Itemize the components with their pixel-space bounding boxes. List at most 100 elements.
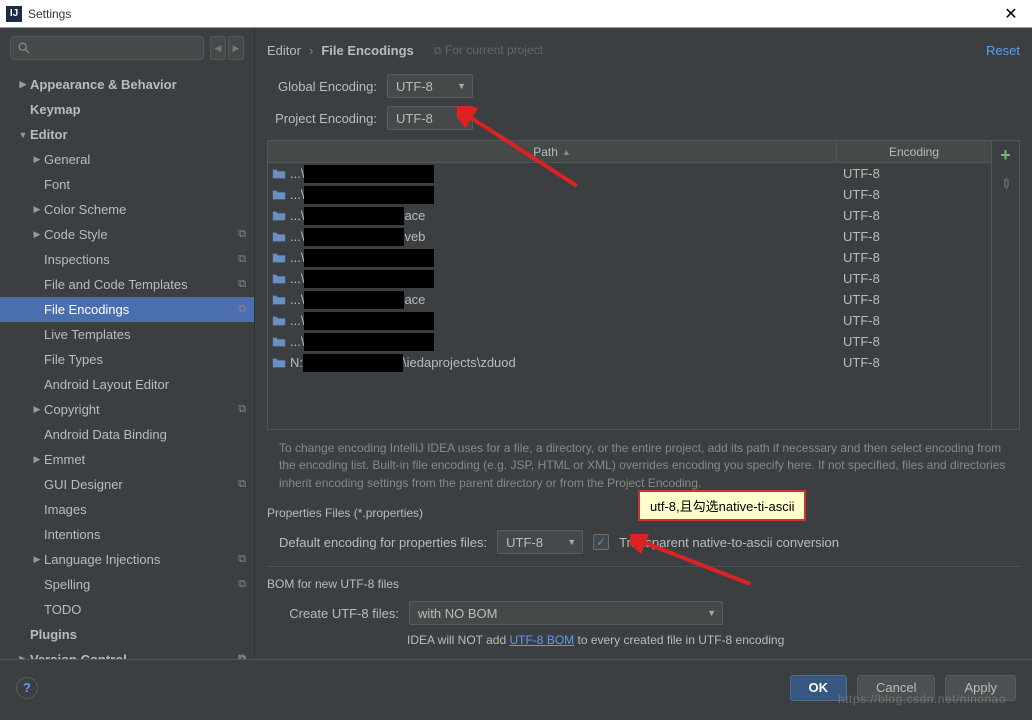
- annotation-arrow-2: [630, 534, 760, 594]
- scope-icon: ⧉: [238, 253, 246, 266]
- search-prev-icon[interactable]: ◀: [210, 36, 226, 60]
- redacted-block: [304, 186, 434, 204]
- folder-icon: [272, 209, 286, 223]
- sidebar-item-label: Version Control: [30, 652, 127, 659]
- encoding-cell[interactable]: UTF-8: [837, 271, 991, 286]
- edit-button[interactable]: ✎: [995, 174, 1015, 194]
- annotation-arrow-1: [457, 106, 587, 194]
- encoding-cell[interactable]: UTF-8: [837, 250, 991, 265]
- search-icon: [17, 41, 31, 55]
- breadcrumb-root[interactable]: Editor: [267, 43, 301, 58]
- sidebar-item-label: Editor: [30, 127, 68, 142]
- table-row[interactable]: ...\vebUTF-8: [268, 226, 991, 247]
- sidebar-item-label: File Encodings: [44, 302, 129, 317]
- native-to-ascii-checkbox[interactable]: ✓: [593, 534, 609, 550]
- sidebar-item[interactable]: ▶Language Injections⧉: [0, 547, 254, 572]
- sidebar-item[interactable]: Plugins: [0, 622, 254, 647]
- sidebar-item[interactable]: ▶General: [0, 147, 254, 172]
- sidebar-item[interactable]: Android Data Binding: [0, 422, 254, 447]
- redacted-block: [304, 228, 404, 246]
- window-titlebar: IJ Settings ✕: [0, 0, 1032, 28]
- sidebar-item-label: GUI Designer: [44, 477, 123, 492]
- encoding-cell[interactable]: UTF-8: [837, 229, 991, 244]
- utf8-bom-link[interactable]: UTF-8 BOM: [509, 633, 574, 647]
- project-encoding-label: Project Encoding:: [267, 111, 377, 126]
- sidebar-item-label: Images: [44, 502, 87, 517]
- project-scope-icon: ⧉: [434, 45, 442, 57]
- scope-icon: ⧉: [238, 228, 246, 241]
- sidebar-item[interactable]: File Encodings ⧉: [0, 297, 254, 322]
- add-button[interactable]: +: [1000, 145, 1011, 166]
- folder-icon: [272, 314, 286, 328]
- redacted-block: [304, 270, 434, 288]
- search-input[interactable]: [10, 36, 204, 60]
- search-next-icon[interactable]: ▶: [228, 36, 244, 60]
- sidebar-item[interactable]: Live Templates: [0, 322, 254, 347]
- sidebar-item[interactable]: File and Code Templates ⧉: [0, 272, 254, 297]
- create-utf8-combo[interactable]: with NO BOM ▼: [409, 601, 723, 625]
- encoding-cell[interactable]: UTF-8: [837, 292, 991, 307]
- settings-tree[interactable]: ▶Appearance & BehaviorKeymap▼Editor▶Gene…: [0, 68, 254, 659]
- path-cell: ...\: [268, 333, 837, 351]
- encoding-cell[interactable]: UTF-8: [837, 187, 991, 202]
- table-row[interactable]: ...\UTF-8: [268, 184, 991, 205]
- tree-arrow-icon: ▼: [16, 130, 30, 140]
- scope-icon: ⧉: [238, 303, 246, 316]
- table-row[interactable]: N:\iedaprojects\zduodUTF-8: [268, 352, 991, 373]
- encoding-cell[interactable]: UTF-8: [837, 313, 991, 328]
- path-cell: ...\ace: [268, 291, 837, 309]
- table-row[interactable]: ...\UTF-8: [268, 247, 991, 268]
- table-row[interactable]: ...\UTF-8: [268, 163, 991, 184]
- sidebar-item[interactable]: Android Layout Editor: [0, 372, 254, 397]
- encoding-table[interactable]: Path▲ Encoding ...\UTF-8...\UTF-8...\ace…: [267, 140, 992, 430]
- column-header-encoding[interactable]: Encoding: [837, 141, 991, 162]
- annotation-callout: utf-8,且勾选native-ti-ascii: [638, 490, 806, 521]
- global-encoding-combo[interactable]: UTF-8 ▼: [387, 74, 473, 98]
- table-row[interactable]: ...\aceUTF-8: [268, 289, 991, 310]
- scope-icon: ⧉: [238, 278, 246, 291]
- folder-icon: [272, 293, 286, 307]
- path-cell: ...\ace: [268, 207, 837, 225]
- sidebar-item-label: Code Style: [44, 227, 108, 242]
- sidebar-item[interactable]: Intentions: [0, 522, 254, 547]
- encoding-cell[interactable]: UTF-8: [837, 166, 991, 181]
- sidebar-item[interactable]: GUI Designer⧉: [0, 472, 254, 497]
- redacted-block: [304, 249, 434, 267]
- help-button[interactable]: ?: [16, 677, 38, 699]
- close-button[interactable]: ✕: [996, 0, 1026, 27]
- properties-encoding-combo[interactable]: UTF-8 ▼: [497, 530, 583, 554]
- folder-icon: [272, 272, 286, 286]
- sidebar-item[interactable]: File Types: [0, 347, 254, 372]
- folder-icon: [272, 356, 286, 370]
- sidebar-item[interactable]: ▶Color Scheme: [0, 197, 254, 222]
- sidebar-item[interactable]: Font: [0, 172, 254, 197]
- sidebar-item[interactable]: ▶Copyright⧉: [0, 397, 254, 422]
- window-title: Settings: [28, 7, 996, 21]
- sidebar-item[interactable]: Keymap: [0, 97, 254, 122]
- sidebar-item[interactable]: ▼Editor: [0, 122, 254, 147]
- encoding-cell[interactable]: UTF-8: [837, 334, 991, 349]
- sidebar-item-label: File and Code Templates: [44, 277, 188, 292]
- sidebar-item[interactable]: ▶Version Control⧉: [0, 647, 254, 659]
- table-row[interactable]: ...\UTF-8: [268, 331, 991, 352]
- sidebar-item[interactable]: ▶Emmet: [0, 447, 254, 472]
- encoding-cell[interactable]: UTF-8: [837, 208, 991, 223]
- sidebar-item[interactable]: ▶Appearance & Behavior: [0, 72, 254, 97]
- encoding-cell[interactable]: UTF-8: [837, 355, 991, 370]
- scope-icon: ⧉: [238, 653, 246, 659]
- sidebar-item[interactable]: Images: [0, 497, 254, 522]
- sidebar-item-label: Android Data Binding: [44, 427, 167, 442]
- sidebar-item[interactable]: Spelling⧉: [0, 572, 254, 597]
- breadcrumb-separator-icon: ›: [309, 43, 313, 58]
- sidebar-item[interactable]: Inspections⧉: [0, 247, 254, 272]
- redacted-block: [304, 312, 434, 330]
- table-row[interactable]: ...\aceUTF-8: [268, 205, 991, 226]
- sidebar-item[interactable]: TODO: [0, 597, 254, 622]
- tree-arrow-icon: ▶: [16, 79, 30, 90]
- table-row[interactable]: ...\UTF-8: [268, 310, 991, 331]
- reset-link[interactable]: Reset: [986, 43, 1020, 58]
- tree-arrow-icon: ▶: [30, 404, 44, 415]
- sidebar-item[interactable]: ▶Code Style⧉: [0, 222, 254, 247]
- scope-icon: ⧉: [238, 553, 246, 566]
- table-row[interactable]: ...\UTF-8: [268, 268, 991, 289]
